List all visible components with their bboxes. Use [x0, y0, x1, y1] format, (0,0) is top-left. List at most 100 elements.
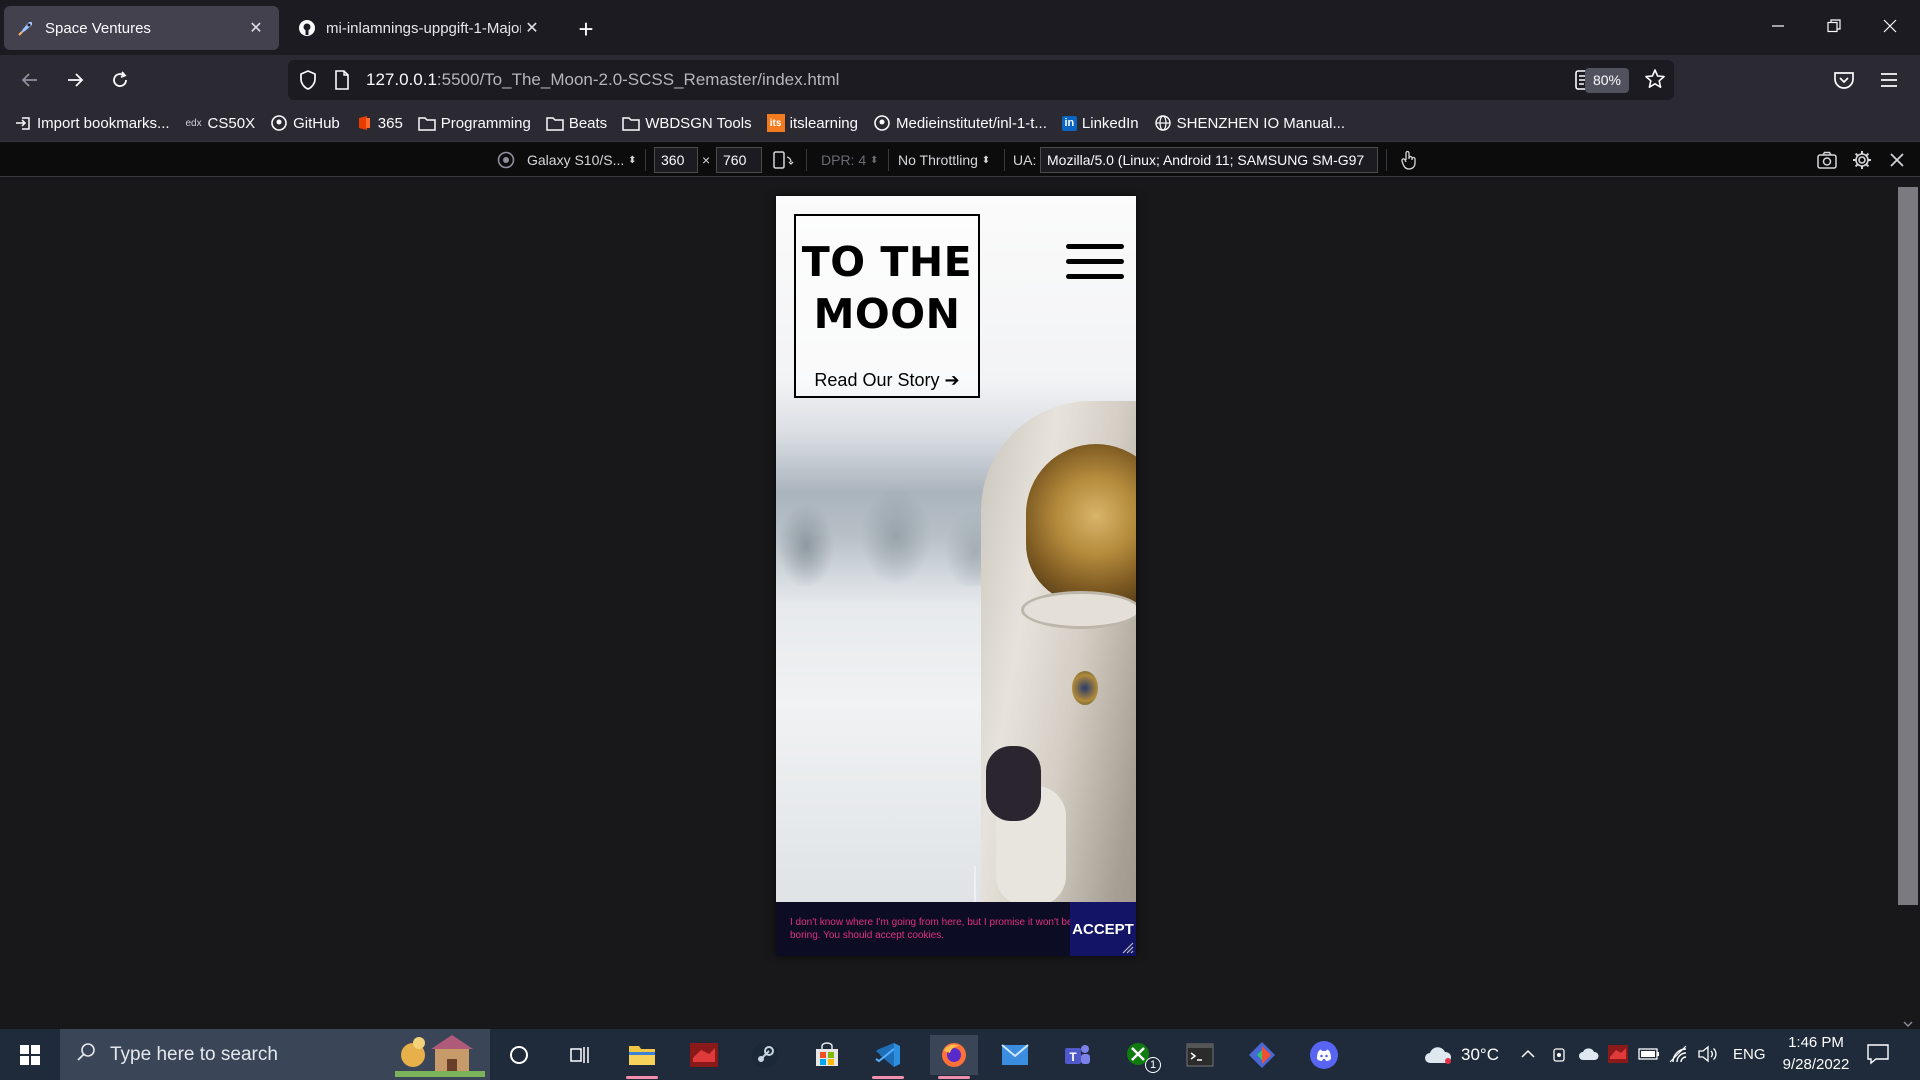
bookmark-folder-wbdsgn[interactable]: WBDSGN Tools [622, 114, 752, 132]
bookmark-folder-beats[interactable]: Beats [546, 114, 607, 132]
bookmark-import[interactable]: Import bookmarks... [14, 114, 170, 132]
clock-time[interactable]: 1:46 PM [1786, 1034, 1846, 1051]
separator [888, 149, 889, 171]
ua-label: UA: [1013, 152, 1037, 168]
bookmark-365[interactable]: 365 [355, 114, 403, 132]
close-window-button[interactable] [1862, 8, 1918, 44]
tray-app-red-icon[interactable] [1607, 1044, 1629, 1069]
separator [645, 149, 646, 171]
search-placeholder: Type here to search [110, 1043, 278, 1065]
tab-github[interactable]: mi-inlamnings-uppgift-1-Major ✕ [285, 6, 555, 50]
zoom-level-badge[interactable]: 80% [1584, 68, 1629, 93]
settings-gear-icon[interactable] [1852, 149, 1872, 171]
bookmark-github[interactable]: GitHub [270, 114, 340, 132]
taskbar-search[interactable]: Type here to search [60, 1029, 490, 1080]
bookmarks-toolbar: Import bookmarks... edx CS50X GitHub 365… [0, 105, 1920, 141]
chevron-up-icon[interactable] [1520, 1047, 1536, 1065]
terminal-icon[interactable] [1176, 1035, 1224, 1075]
vscode-icon[interactable] [864, 1035, 912, 1079]
linkedin-icon: in [1061, 115, 1077, 131]
xbox-icon[interactable]: 1 [1115, 1035, 1163, 1075]
throttling-selector[interactable]: No Throttling ⬍ [898, 149, 990, 171]
steam-icon[interactable] [741, 1035, 789, 1075]
bookmark-itslearning[interactable]: its itslearning [766, 114, 858, 132]
page-icon[interactable] [334, 70, 350, 95]
forward-button[interactable] [57, 62, 93, 98]
shield-icon[interactable] [298, 69, 318, 96]
astronaut-patch [1072, 671, 1098, 705]
microsoft-store-icon[interactable] [803, 1035, 851, 1075]
close-tab-icon[interactable]: ✕ [245, 17, 267, 39]
close-tab-icon[interactable]: ✕ [521, 17, 543, 39]
bookmark-shenzhen[interactable]: SHENZHEN IO Manual... [1154, 114, 1345, 132]
onedrive-icon[interactable] [1578, 1047, 1600, 1066]
teams-icon[interactable]: T [1053, 1035, 1101, 1075]
weather-temperature[interactable]: 30°C [1461, 1045, 1499, 1065]
close-rdm-icon[interactable] [1890, 149, 1904, 171]
windows-taskbar: Type here to search T 1 30°C ENG 1:46 PM… [0, 1029, 1920, 1080]
touch-simulation-icon[interactable] [1400, 149, 1418, 171]
bookmark-medieinstitutet[interactable]: Medieinstitutet/inl-1-t... [873, 114, 1047, 132]
input-language[interactable]: ENG [1733, 1046, 1766, 1063]
file-explorer-icon[interactable] [618, 1035, 666, 1079]
pocket-icon[interactable] [1826, 62, 1862, 98]
app-red-icon[interactable] [680, 1035, 728, 1075]
itslearning-icon: its [766, 114, 785, 132]
viewport-height-input[interactable]: 760 [716, 147, 762, 173]
viewport-width-input[interactable]: 360 [654, 147, 698, 173]
dimension-separator: × [702, 152, 711, 168]
screenshot-icon[interactable] [1817, 149, 1837, 171]
cloud-weather-icon[interactable] [1423, 1045, 1453, 1070]
battery-icon[interactable] [1638, 1047, 1660, 1066]
viewport-scrollbar[interactable] [1898, 187, 1918, 1029]
clock-date[interactable]: 9/28/2022 [1776, 1056, 1856, 1073]
responsive-viewport-area: TO THE MOON Read Our Story ➔ I don't kno… [0, 177, 1920, 1029]
rotate-viewport-icon[interactable] [772, 149, 794, 171]
folder-icon [622, 114, 640, 132]
notification-center-icon[interactable] [1866, 1043, 1890, 1070]
cortana-icon[interactable] [495, 1035, 543, 1075]
firefox-icon[interactable] [930, 1035, 978, 1079]
start-button[interactable] [6, 1035, 54, 1075]
address-bar[interactable]: 127.0.0.1:5500/To_The_Moon-2.0-SCSS_Rema… [288, 60, 1674, 100]
edx-icon: edx [185, 117, 202, 129]
url-text[interactable]: 127.0.0.1:5500/To_The_Moon-2.0-SCSS_Rema… [366, 70, 839, 90]
tab-title: Space Ventures [45, 19, 151, 37]
volume-icon[interactable] [1697, 1044, 1719, 1069]
new-tab-button[interactable]: + [570, 13, 602, 45]
globe-icon [1154, 114, 1172, 132]
git-kraken-icon[interactable] [1238, 1035, 1286, 1075]
dpr-selector[interactable]: DPR: 4 ⬍ [821, 149, 878, 171]
rocket-icon [16, 18, 36, 38]
separator [1004, 149, 1005, 171]
bookmark-folder-programming[interactable]: Programming [418, 114, 531, 132]
task-view-icon[interactable] [556, 1035, 604, 1075]
minimize-button[interactable] [1750, 8, 1806, 44]
reload-button[interactable] [102, 62, 138, 98]
meet-now-icon[interactable] [1552, 1044, 1568, 1069]
back-button[interactable] [12, 62, 48, 98]
bookmark-cs50x[interactable]: edx CS50X [185, 114, 255, 132]
bookmark-linkedin[interactable]: in LinkedIn [1061, 115, 1139, 132]
search-highlight-image [395, 1033, 485, 1077]
hamburger-menu-icon[interactable] [1066, 242, 1124, 284]
github-icon [297, 18, 317, 38]
mobile-page-viewport[interactable]: TO THE MOON Read Our Story ➔ I don't kno… [776, 196, 1136, 956]
menu-icon[interactable] [1871, 62, 1907, 98]
wifi-icon[interactable] [1668, 1044, 1688, 1069]
separator [1386, 149, 1387, 171]
scroll-thumb[interactable] [1898, 187, 1918, 905]
read-our-story-link[interactable]: Read Our Story ➔ [796, 370, 978, 391]
astronaut-glove [986, 746, 1041, 821]
resize-handle-icon[interactable] [1121, 941, 1134, 954]
user-agent-input[interactable]: Mozilla/5.0 (Linux; Android 11; SAMSUNG … [1040, 147, 1378, 173]
bookmark-star-icon[interactable] [1644, 68, 1666, 95]
office-icon [355, 114, 373, 132]
tab-space-ventures[interactable]: Space Ventures ✕ [4, 6, 279, 50]
cookie-message: I don't know where I'm going from here, … [790, 917, 1073, 941]
restore-button[interactable] [1806, 8, 1862, 44]
discord-icon[interactable] [1300, 1035, 1348, 1075]
mail-icon[interactable] [991, 1035, 1039, 1075]
folder-icon [546, 114, 564, 132]
device-selector[interactable]: Galaxy S10/S... ⬍ [527, 149, 637, 171]
